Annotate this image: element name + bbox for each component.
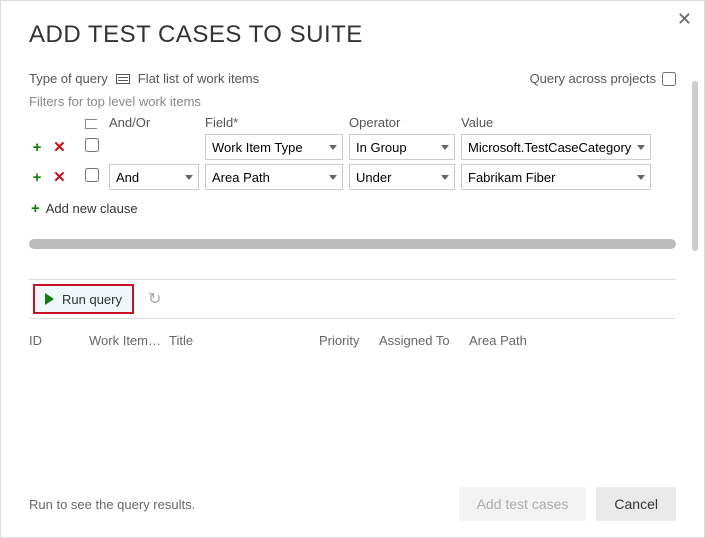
horizontal-scrollbar[interactable]	[29, 239, 676, 249]
operator-dropdown[interactable]	[349, 134, 455, 160]
add-clause-label: Add new clause	[46, 201, 138, 216]
field-dropdown[interactable]	[205, 134, 343, 160]
clause-grid-header: And/Or Field* Operator Value	[29, 115, 676, 130]
filters-section-label: Filters for top level work items	[29, 94, 676, 109]
query-type-row: Type of query Flat list of work items Qu…	[29, 71, 676, 86]
flat-list-icon	[116, 74, 130, 84]
clause-row: + ✕	[29, 134, 676, 160]
run-query-button[interactable]: Run query	[33, 284, 134, 314]
query-type-value[interactable]: Flat list of work items	[138, 71, 259, 86]
clause-row: + ✕	[29, 164, 676, 190]
header-value: Value	[461, 115, 676, 130]
andor-dropdown[interactable]	[109, 164, 199, 190]
clause-checkbox[interactable]	[85, 168, 99, 182]
col-title[interactable]: Title	[169, 333, 319, 348]
cancel-button[interactable]: Cancel	[596, 487, 676, 521]
add-new-clause-button[interactable]: + Add new clause	[31, 200, 676, 217]
col-assigned-to[interactable]: Assigned To	[379, 333, 469, 348]
footer-message: Run to see the query results.	[29, 497, 195, 512]
close-icon[interactable]: ✕	[677, 9, 692, 30]
dialog-footer: Run to see the query results. Add test c…	[29, 487, 676, 521]
query-toolbar: Run query ↻	[29, 279, 676, 319]
run-query-label: Run query	[62, 292, 122, 307]
results-column-headers: ID Work Item… Title Priority Assigned To…	[29, 333, 676, 348]
play-icon	[45, 293, 54, 305]
group-icon	[85, 119, 97, 129]
remove-clause-icon[interactable]: ✕	[51, 168, 67, 186]
add-clause-icon[interactable]: +	[29, 138, 45, 156]
query-across-label: Query across projects	[530, 71, 656, 86]
col-id[interactable]: ID	[29, 333, 89, 348]
header-andor: And/Or	[109, 115, 205, 130]
plus-icon: +	[31, 200, 40, 217]
clause-checkbox[interactable]	[85, 138, 99, 152]
query-type-label: Type of query	[29, 71, 108, 86]
vertical-scrollbar[interactable]	[692, 81, 698, 251]
dialog-title: ADD TEST CASES TO SUITE	[29, 21, 676, 49]
add-test-cases-dialog: ✕ ADD TEST CASES TO SUITE Type of query …	[1, 1, 704, 537]
add-clause-icon[interactable]: +	[29, 168, 45, 186]
header-operator: Operator	[349, 115, 461, 130]
query-across-checkbox[interactable]	[662, 72, 676, 86]
operator-dropdown[interactable]	[349, 164, 455, 190]
col-area-path[interactable]: Area Path	[469, 333, 569, 348]
field-dropdown[interactable]	[205, 164, 343, 190]
header-field: Field*	[205, 115, 349, 130]
col-priority[interactable]: Priority	[319, 333, 379, 348]
remove-clause-icon[interactable]: ✕	[51, 138, 67, 156]
value-dropdown[interactable]	[461, 164, 651, 190]
col-work-item-type[interactable]: Work Item…	[89, 333, 169, 348]
add-test-cases-button[interactable]: Add test cases	[459, 487, 587, 521]
refresh-icon[interactable]: ↻	[148, 289, 161, 309]
value-dropdown[interactable]	[461, 134, 651, 160]
